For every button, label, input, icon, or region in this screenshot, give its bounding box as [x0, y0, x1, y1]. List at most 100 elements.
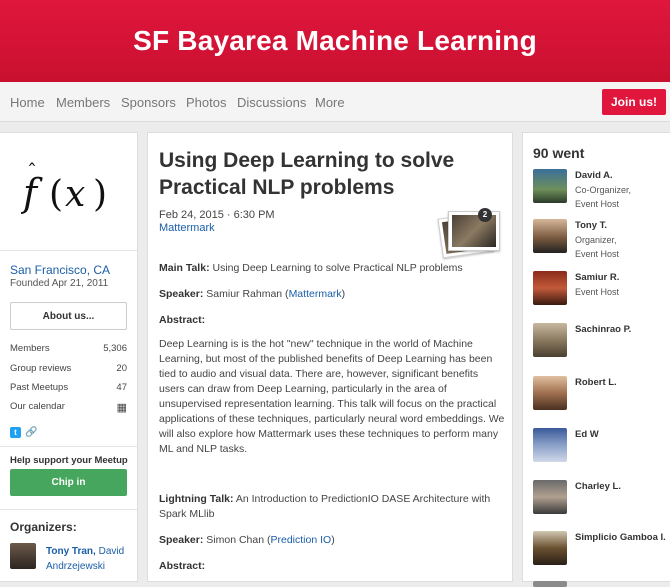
attendee-role: Event Host [575, 287, 620, 297]
group-title[interactable]: SF Bayarea Machine Learning [133, 25, 537, 57]
attendee-role: Co-Organizer, [575, 185, 632, 195]
avatar [533, 271, 567, 305]
abstract2-heading: Abstract: [159, 559, 505, 574]
attendee-item[interactable]: Ed W [533, 428, 670, 462]
nav-members[interactable]: Members [56, 95, 110, 110]
speaker2-close: ) [331, 534, 335, 546]
organizer-links[interactable]: Tony Tran, David Andrzejewski [46, 544, 134, 574]
lightning-label: Lightning Talk: [159, 493, 234, 505]
group-nav: Home Members Sponsors Photos Discussions… [0, 82, 670, 122]
group-sidebar: f ˆ ( x ) San Francisco, CA Founded Apr … [0, 132, 138, 582]
photo-count-badge: 2 [478, 208, 492, 222]
main-talk-line: Main Talk: Using Deep Learning to solve … [159, 261, 505, 276]
avatar [533, 376, 567, 410]
photo-thumb [448, 211, 500, 251]
speaker2-name: Simon Chan ( [206, 534, 271, 546]
attendees-panel: 90 went David A. Co-Organizer, Event Hos… [522, 132, 670, 587]
attendee-name: Samiur R. [575, 272, 620, 283]
avatar[interactable] [10, 543, 36, 569]
speaker2-label: Speaker: [159, 534, 204, 546]
stat-label: Group reviews [10, 363, 72, 374]
twitter-icon[interactable]: t [10, 427, 21, 438]
speaker2-line: Speaker: Simon Chan (Prediction IO) [159, 533, 505, 548]
attendee-name: Ed W [575, 429, 599, 440]
event-photos[interactable]: 2 [437, 205, 504, 259]
event-date: Feb 24, 2015 · 6:30 PM [159, 209, 275, 221]
group-logo[interactable]: f ˆ ( x ) [0, 133, 137, 251]
abstract2-label: Abstract: [159, 560, 206, 572]
stat-group-reviews[interactable]: Group reviews 20 [10, 363, 127, 374]
attendee-item[interactable]: Simplicio Gamboa I. [533, 531, 670, 565]
speaker-name: Samiur Rahman ( [206, 288, 289, 300]
nav-photos[interactable]: Photos [186, 95, 226, 110]
attendee-name: David A. [575, 170, 613, 181]
attendee-role: Event Host [575, 199, 620, 209]
stat-members[interactable]: Members 5,306 [10, 343, 127, 354]
attendee-role: Event Host [575, 249, 620, 259]
organizer-primary[interactable]: Tony Tran, [46, 546, 96, 557]
stat-label: Past Meetups [10, 382, 69, 393]
calendar-icon: ▦ [116, 402, 127, 414]
chip-in-button[interactable]: Chip in [10, 469, 127, 496]
attendee-name: Tony T. [575, 220, 608, 231]
event-venue-link[interactable]: Mattermark [159, 222, 215, 234]
nav-discussions[interactable]: Discussions [237, 95, 306, 110]
lightning-talk-line: Lightning Talk: An Introduction to Predi… [159, 492, 505, 522]
attendee-item[interactable]: David A. Co-Organizer, Event Host [533, 169, 670, 209]
group-founded-date: Founded Apr 21, 2011 [10, 278, 109, 289]
abstract-body: Deep Learning is is the hot "new" techni… [159, 338, 505, 455]
attendee-name: Simplicio Gamboa I. [575, 532, 666, 543]
svg-text:x: x [65, 174, 85, 215]
speaker-label: Speaker: [159, 288, 204, 300]
stat-our-calendar[interactable]: Our calendar ▦ [10, 401, 127, 414]
group-location-link[interactable]: San Francisco, CA [10, 263, 110, 277]
svg-text:(: ( [49, 174, 63, 215]
divider [0, 509, 137, 510]
nav-home[interactable]: Home [10, 95, 45, 110]
speaker-line: Speaker: Samiur Rahman (Mattermark) [159, 287, 505, 302]
stat-value: 20 [116, 363, 127, 374]
avatar [533, 219, 567, 253]
nav-more[interactable]: More [315, 95, 345, 110]
avatar [533, 323, 567, 357]
main-talk-text: Using Deep Learning to solve Practical N… [212, 262, 463, 274]
attendee-name: Robert L. [575, 377, 617, 388]
attendee-item[interactable]: Charley L. [533, 480, 670, 514]
abstract-label: Abstract: [159, 314, 206, 326]
speaker2-org-link[interactable]: Prediction IO [270, 534, 331, 546]
attendee-item[interactable]: Tony T. Organizer, Event Host [533, 219, 670, 259]
support-heading: Help support your Meetup [10, 455, 128, 466]
avatar [533, 480, 567, 514]
attendee-item[interactable]: Robert L. [533, 376, 670, 410]
about-us-button[interactable]: About us... [10, 302, 127, 330]
speaker-org-link[interactable]: Mattermark [289, 288, 342, 300]
nav-sponsors[interactable]: Sponsors [121, 95, 176, 110]
stat-label: Our calendar [10, 401, 65, 412]
attendee-item[interactable]: Samiur R. Event Host [533, 271, 670, 305]
group-banner: SF Bayarea Machine Learning [0, 0, 670, 82]
attendee-role: Organizer, [575, 235, 617, 245]
svg-text:ˆ: ˆ [27, 162, 37, 183]
link-icon[interactable]: 🔗 [25, 427, 37, 438]
event-details: Using Deep Learning to solve Practical N… [147, 132, 513, 582]
stat-value: 5,306 [103, 343, 127, 354]
attendee-name: Charley L. [575, 481, 621, 492]
avatar [533, 428, 567, 462]
fx-logo-icon: f ˆ ( x ) [21, 162, 107, 215]
stat-past-meetups[interactable]: Past Meetups 47 [10, 382, 127, 393]
svg-text:): ) [93, 174, 107, 215]
organizers-heading: Organizers: [10, 520, 77, 534]
attendee-item[interactable]: Sachinrao P. [533, 323, 670, 357]
social-links: t 🔗 [10, 427, 37, 438]
avatar [533, 169, 567, 203]
event-title: Using Deep Learning to solve Practical N… [159, 149, 455, 199]
divider [0, 446, 137, 447]
stat-value: 47 [116, 382, 127, 393]
attendee-name: Sachinrao P. [575, 324, 632, 335]
main-talk-label: Main Talk: [159, 262, 210, 274]
abstract-heading: Abstract: [159, 313, 505, 328]
join-button[interactable]: Join us! [602, 89, 666, 115]
avatar [533, 531, 567, 565]
speaker-close: ) [341, 288, 346, 300]
attendee-count: 90 went [533, 145, 585, 161]
